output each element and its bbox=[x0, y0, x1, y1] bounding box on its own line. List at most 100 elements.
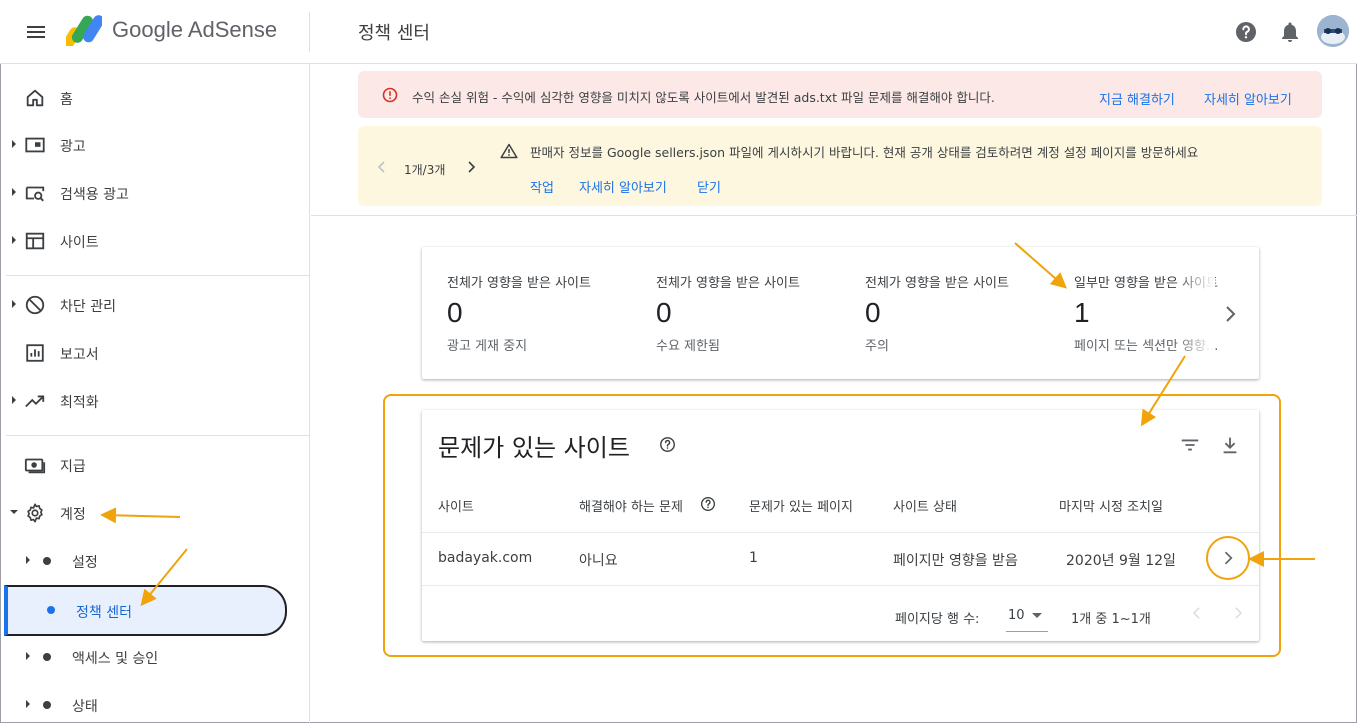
expand-caret-icon bbox=[26, 556, 30, 564]
sidebar-item-label: 보고서 bbox=[60, 347, 99, 363]
stat-value: 0 bbox=[656, 297, 672, 328]
notifications-icon[interactable] bbox=[1278, 20, 1302, 44]
stat-value: 1 bbox=[1074, 297, 1090, 328]
help-outline-icon[interactable] bbox=[659, 436, 676, 453]
fade-overlay bbox=[1175, 247, 1215, 379]
sidebar-item-label: 최적화 bbox=[60, 395, 99, 411]
download-icon[interactable] bbox=[1219, 434, 1241, 456]
collapse-caret-icon bbox=[10, 510, 18, 514]
sidebar-item-optimize[interactable]: 최적화 bbox=[0, 381, 310, 421]
column-header-status[interactable]: 사이트 상태 bbox=[893, 496, 957, 515]
row-detail-button[interactable] bbox=[1206, 536, 1250, 580]
dismiss-link[interactable]: 닫기 bbox=[697, 177, 721, 196]
card-title: 문제가 있는 사이트 bbox=[438, 434, 630, 462]
row-divider bbox=[422, 532, 1259, 533]
error-banner: 수익 손실 위험 - 수익에 심각한 영향을 미치지 않도록 사이트에서 발견된… bbox=[358, 71, 1322, 118]
bullet-icon bbox=[47, 606, 55, 614]
fix-now-link[interactable]: 지금 해결하기 bbox=[1099, 89, 1175, 108]
adsense-logo bbox=[66, 15, 102, 46]
summary-card: 전체가 영향을 받은 사이트 0 광고 게재 중지 전체가 영향을 받은 사이트… bbox=[422, 247, 1259, 379]
rows-per-page-label: 페이지당 행 수: bbox=[895, 612, 980, 627]
sidebar-item-reports[interactable]: 보고서 bbox=[0, 333, 310, 373]
sidebar-item-label: 지급 bbox=[60, 459, 86, 475]
error-icon bbox=[382, 87, 398, 103]
sidebar-item-label: 검색용 광고 bbox=[60, 187, 129, 203]
cell-status: 페이지만 영향을 받음 bbox=[893, 553, 1018, 569]
action-link[interactable]: 작업 bbox=[530, 177, 554, 196]
warning-icon bbox=[500, 143, 518, 159]
sidebar-item-policy-center[interactable]: 정책 센터 bbox=[4, 585, 287, 636]
stat-label: 전체가 영향을 받은 사이트 bbox=[447, 276, 591, 291]
bullet-icon bbox=[43, 557, 51, 565]
avatar[interactable] bbox=[1317, 15, 1349, 47]
sites-icon bbox=[25, 232, 45, 250]
expand-caret-icon bbox=[12, 140, 16, 148]
sidebar-item-payments[interactable]: 지급 bbox=[0, 445, 310, 485]
cell-pages: 1 bbox=[749, 550, 758, 566]
learn-more-link[interactable]: 자세히 알아보기 bbox=[1204, 89, 1292, 108]
cell-last-action: 2020년 9월 12일 bbox=[1066, 553, 1176, 569]
brand-name: Google AdSense bbox=[112, 17, 278, 42]
stat-label: 전체가 영향을 받은 사이트 bbox=[656, 276, 800, 291]
sidebar-item-settings[interactable]: 설정 bbox=[0, 541, 310, 581]
menu-icon[interactable] bbox=[24, 20, 48, 44]
stat-value: 0 bbox=[447, 297, 463, 328]
chevron-right-icon[interactable] bbox=[465, 161, 477, 173]
sidebar-item-account[interactable]: 계정 bbox=[0, 493, 310, 533]
chevron-right-icon[interactable] bbox=[1218, 302, 1242, 326]
sidebar-item-access[interactable]: 액세스 및 승인 bbox=[0, 637, 310, 677]
sidebar-item-label: 액세스 및 승인 bbox=[72, 651, 159, 667]
error-banner-message: 수익 손실 위험 - 수익에 심각한 영향을 미치지 않도록 사이트에서 발견된… bbox=[412, 90, 995, 105]
block-icon bbox=[25, 295, 45, 315]
cell-site: badayak.com bbox=[438, 550, 533, 566]
expand-caret-icon bbox=[12, 188, 16, 196]
expand-caret-icon bbox=[12, 300, 16, 308]
column-header-site[interactable]: 사이트 bbox=[438, 496, 474, 515]
sidebar-item-status[interactable]: 상태 bbox=[0, 685, 310, 723]
sidebar-item-label: 상태 bbox=[72, 699, 98, 715]
bullet-icon bbox=[43, 653, 51, 661]
column-header-pages[interactable]: 문제가 있는 페이지 bbox=[749, 496, 853, 515]
expand-caret-icon bbox=[26, 700, 30, 708]
chevron-left-icon[interactable] bbox=[1188, 604, 1206, 622]
sidebar-item-home[interactable]: 홈 bbox=[0, 78, 310, 118]
summary-stat: 전체가 영향을 받은 사이트 0 광고 게재 중지 bbox=[447, 247, 647, 379]
sidebar-item-blocking[interactable]: 차단 관리 bbox=[0, 285, 310, 325]
sidebar-divider bbox=[6, 275, 309, 276]
stat-subtitle: 수요 제한됨 bbox=[656, 339, 720, 354]
sidebar-item-label: 홈 bbox=[60, 92, 73, 108]
ads-icon bbox=[25, 137, 45, 153]
sidebar: 홈 광고 검색용 광고 사이트 차단 관리 보고서 최적화 지급 계정 설정 정… bbox=[0, 64, 310, 723]
column-header-needs-fix[interactable]: 해결해야 하는 문제 bbox=[579, 496, 683, 515]
stat-subtitle: 광고 게재 중지 bbox=[447, 339, 528, 354]
expand-caret-icon bbox=[12, 236, 16, 244]
home-icon bbox=[26, 89, 44, 107]
gear-icon bbox=[27, 503, 43, 523]
sidebar-item-ads[interactable]: 광고 bbox=[0, 125, 310, 165]
reports-icon bbox=[26, 344, 44, 362]
sidebar-item-label: 설정 bbox=[72, 555, 98, 571]
top-app-bar: Google AdSense 정책 센터 bbox=[0, 0, 1357, 64]
stat-subtitle: 주의 bbox=[865, 339, 889, 354]
cell-needs-fix: 아니요 bbox=[579, 553, 618, 569]
learn-more-link[interactable]: 자세히 알아보기 bbox=[579, 177, 667, 196]
sidebar-item-label: 정책 센터 bbox=[76, 605, 132, 621]
expand-caret-icon bbox=[26, 652, 30, 660]
stat-label: 전체가 영향을 받은 사이트 bbox=[865, 276, 1009, 291]
help-icon[interactable] bbox=[1234, 20, 1258, 44]
pagination-range: 1개 중 1~1개 bbox=[1071, 612, 1151, 627]
rows-per-page-select[interactable]: 10 bbox=[1006, 600, 1048, 632]
header-divider bbox=[309, 12, 310, 52]
sidebar-item-sites[interactable]: 사이트 bbox=[0, 221, 310, 261]
summary-stat: 전체가 영향을 받은 사이트 0 수요 제한됨 bbox=[656, 247, 856, 379]
sites-with-issues-card: 문제가 있는 사이트 사이트 해결해야 하는 문제 문제가 있는 페이지 사이트… bbox=[422, 410, 1259, 641]
filter-icon[interactable] bbox=[1179, 434, 1201, 456]
bullet-icon bbox=[43, 701, 51, 709]
help-outline-icon[interactable] bbox=[700, 496, 716, 512]
chevron-left-icon[interactable] bbox=[376, 161, 388, 173]
column-header-last-action[interactable]: 마지막 시정 조치일 bbox=[1059, 496, 1163, 515]
chevron-right-icon bbox=[1224, 551, 1233, 565]
search-ads-icon bbox=[25, 186, 45, 202]
chevron-right-icon[interactable] bbox=[1229, 604, 1247, 622]
sidebar-item-search-ads[interactable]: 검색용 광고 bbox=[0, 173, 310, 213]
